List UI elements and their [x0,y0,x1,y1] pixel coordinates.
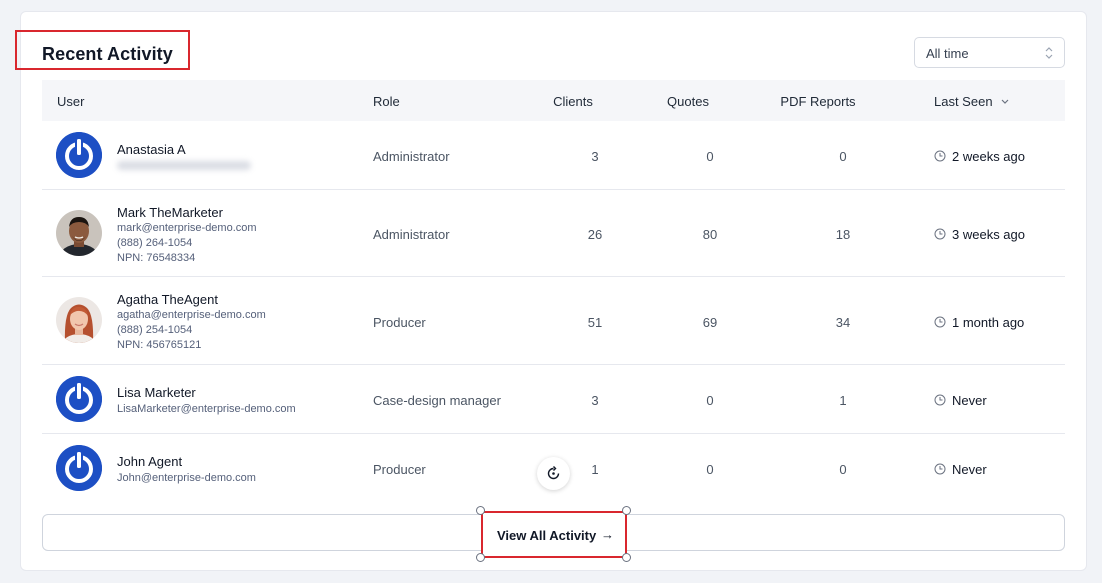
view-all-activity-button[interactable]: View All Activity → [481,511,627,558]
chevron-down-icon [1001,99,1009,104]
column-clients[interactable]: Clients [553,94,593,109]
user-npn: NPN: 456765121 [117,339,202,351]
table-row[interactable]: Mark TheMarketer mark@enterprise-demo.co… [42,190,1065,277]
power-icon [56,132,102,178]
selection-handle[interactable] [476,553,485,562]
table-header: User Role Clients Quotes PDF Reports Las… [42,80,1065,121]
last-seen: Never [934,462,987,477]
user-email: agatha@enterprise-demo.com [117,309,266,321]
last-seen-text: 1 month ago [952,315,1025,330]
time-filter-select[interactable]: All time [914,37,1065,68]
clock-icon [934,394,946,406]
user-phone: (888) 254-1054 [117,324,193,336]
avatar [56,210,102,256]
pdf-reports-count: 0 [839,462,847,477]
user-role: Producer [373,462,426,477]
power-icon [56,445,102,491]
power-icon [56,376,102,422]
selection-handle[interactable] [622,506,631,515]
view-all-activity-label: View All Activity [497,528,597,543]
refresh-icon [547,466,560,480]
arrow-right-icon: → [601,527,614,542]
column-last-seen-label: Last Seen [934,94,993,109]
clients-count: 26 [587,227,603,242]
selection-handle[interactable] [622,553,631,562]
time-filter-value: All time [926,46,969,61]
table-row[interactable]: Anastasia A Administrator 3 0 0 2 weeks … [42,121,1065,190]
pdf-reports-count: 0 [839,149,847,164]
table-row[interactable]: Agatha TheAgent agatha@enterprise-demo.c… [42,277,1065,365]
user-email: John@enterprise-demo.com [117,472,256,484]
user-role: Administrator [373,227,450,242]
last-seen-text: Never [952,462,987,477]
last-seen-text: 3 weeks ago [952,227,1025,242]
last-seen-text: 2 weeks ago [952,149,1025,164]
redacted-email [117,161,251,170]
clients-count: 51 [587,315,603,330]
user-npn: NPN: 76548334 [117,252,196,264]
avatar-photo-man [56,210,102,256]
user-name: Anastasia A [117,142,186,157]
column-quotes[interactable]: Quotes [667,94,709,109]
user-name: Agatha TheAgent [117,292,218,307]
table-row[interactable]: Lisa Marketer LisaMarketer@enterprise-de… [42,365,1065,434]
pdf-reports-count: 18 [835,227,851,242]
user-role: Administrator [373,149,450,164]
clients-count: 3 [591,393,599,408]
last-seen: 2 weeks ago [934,149,1025,164]
user-name: Lisa Marketer [117,385,196,400]
selection-handle[interactable] [476,506,485,515]
avatar-photo-woman [56,297,102,343]
avatar [56,297,102,343]
column-user: User [57,94,85,109]
user-email: mark@enterprise-demo.com [117,222,257,234]
quotes-count: 0 [706,462,714,477]
last-seen: 3 weeks ago [934,227,1025,242]
last-seen: Never [934,393,987,408]
clock-icon [934,463,946,475]
avatar [56,445,102,491]
user-role: Case-design manager [373,393,501,408]
clock-icon [934,316,946,328]
last-seen: 1 month ago [934,315,1024,330]
chevron-updown-icon [1045,47,1053,59]
column-role: Role [373,94,400,109]
user-email: LisaMarketer@enterprise-demo.com [117,403,296,415]
avatar [56,376,102,422]
clients-count: 3 [591,149,599,164]
page-title: Recent Activity [42,44,173,64]
user-name: John Agent [117,454,183,469]
clock-icon [934,150,946,162]
quotes-count: 69 [702,315,718,330]
user-name: Mark TheMarketer [117,205,223,220]
column-last-seen[interactable]: Last Seen [934,94,1010,109]
quotes-count: 0 [706,393,714,408]
last-seen-text: Never [952,393,987,408]
column-pdf-reports[interactable]: PDF Reports [780,94,855,109]
pdf-reports-count: 34 [835,315,851,330]
user-phone: (888) 264-1054 [117,237,193,249]
avatar [56,132,102,178]
pdf-reports-count: 1 [839,393,847,408]
quotes-count: 80 [702,227,718,242]
quotes-count: 0 [706,149,714,164]
clients-count: 1 [591,462,599,477]
user-role: Producer [373,315,426,330]
clock-icon [934,228,946,240]
loading-spinner [537,457,570,490]
